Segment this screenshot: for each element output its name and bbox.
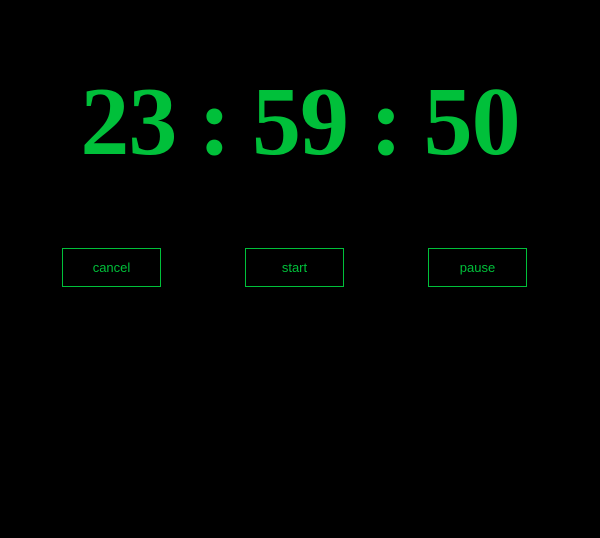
hours-value: 23 xyxy=(80,68,177,176)
countdown-display: 23 : 59 : 50 xyxy=(0,72,600,172)
hours-minutes-separator: : xyxy=(198,68,231,176)
start-button[interactable]: start xyxy=(245,248,344,287)
seconds-value: 50 xyxy=(423,68,521,176)
cancel-button[interactable]: cancel xyxy=(62,248,161,287)
pause-button[interactable]: pause xyxy=(428,248,527,287)
minutes-value: 59 xyxy=(252,68,349,176)
minutes-seconds-separator: : xyxy=(370,68,403,176)
